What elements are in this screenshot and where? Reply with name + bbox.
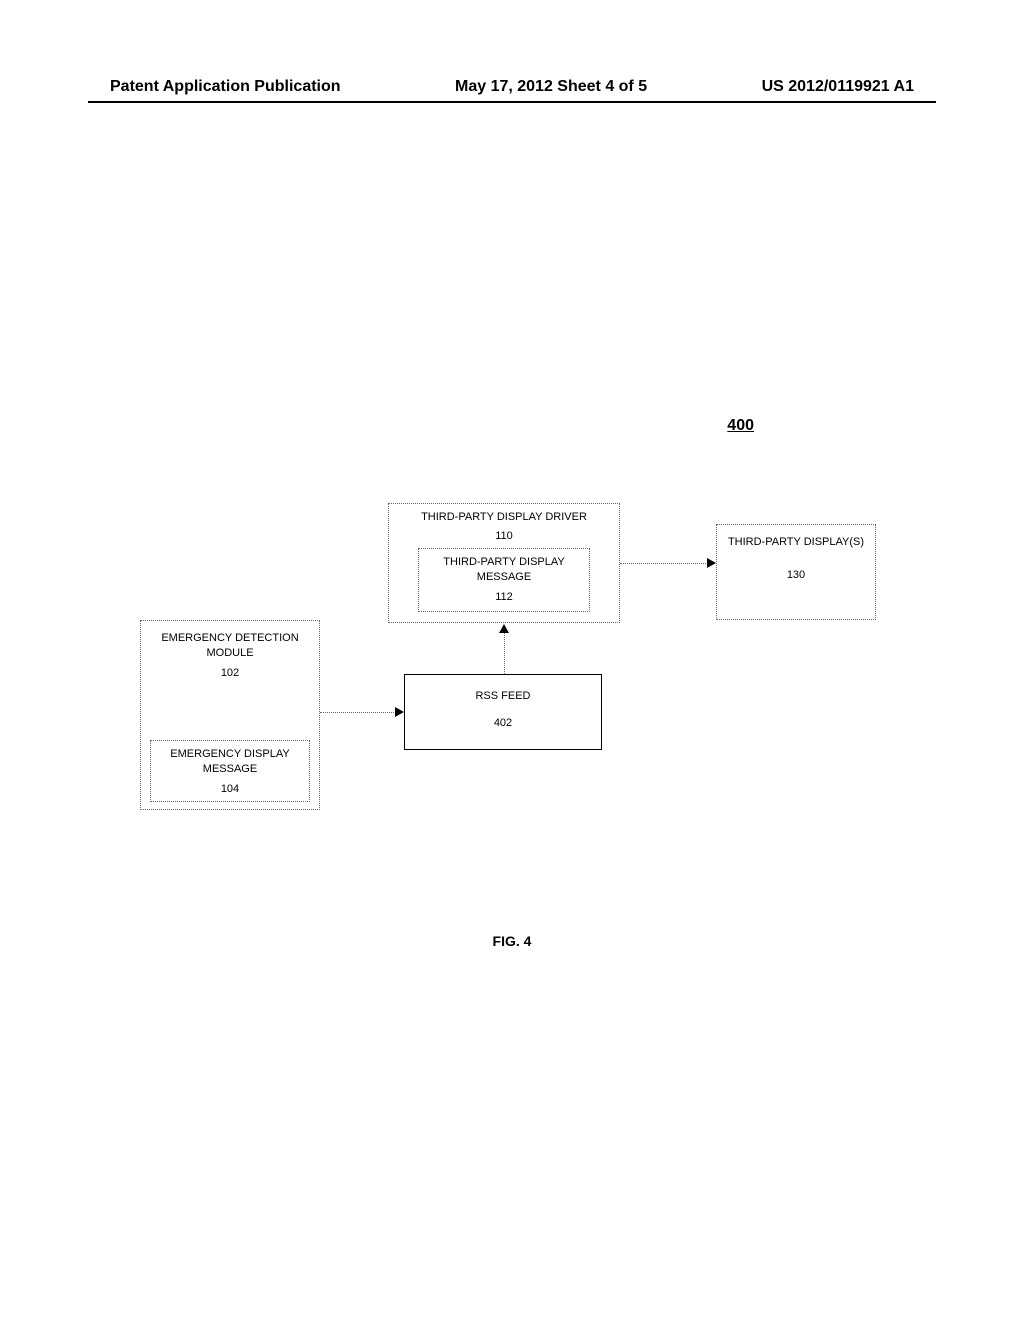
- diagram: EMERGENCY DETECTION MODULE 102 EMERGENCY…: [0, 480, 1024, 980]
- block-edm-label: EMERGENCY DETECTION MODULE 102: [141, 631, 319, 681]
- block-rss-title: RSS FEED: [409, 689, 597, 704]
- figure-caption: FIG. 4: [0, 933, 1024, 949]
- header-divider: [88, 101, 936, 103]
- block-tpdd-msg-title: THIRD-PARTY DISPLAY MESSAGE: [423, 555, 585, 586]
- block-rss-num: 402: [409, 716, 597, 731]
- block-emergency-display-message: EMERGENCY DISPLAY MESSAGE 104: [150, 740, 310, 802]
- arrowhead-edm-to-rss: [395, 707, 404, 717]
- block-tpdd-title: THIRD-PARTY DISPLAY DRIVER: [389, 510, 619, 525]
- block-tpdd-label: THIRD-PARTY DISPLAY DRIVER 110: [389, 510, 619, 545]
- block-edm-msg-title: EMERGENCY DISPLAY MESSAGE: [155, 747, 305, 778]
- block-tpd-num: 130: [721, 568, 871, 583]
- block-third-party-display-message: THIRD-PARTY DISPLAY MESSAGE 112: [418, 548, 590, 612]
- arrowhead-rss-to-tpdd: [499, 624, 509, 633]
- block-tpd-title: THIRD-PARTY DISPLAY(S): [721, 535, 871, 550]
- block-tpdd-num: 110: [389, 529, 619, 544]
- arrow-tpdd-to-tpd: [620, 563, 708, 564]
- block-edm-title: EMERGENCY DETECTION MODULE: [141, 631, 319, 662]
- arrow-rss-to-tpdd: [504, 632, 505, 674]
- block-edm-num: 102: [141, 666, 319, 681]
- header-center: May 17, 2012 Sheet 4 of 5: [455, 78, 647, 96]
- block-edm-msg-num: 104: [155, 782, 305, 797]
- block-rss-feed: RSS FEED 402: [404, 674, 602, 750]
- arrow-edm-to-rss: [320, 712, 396, 713]
- page-header: Patent Application Publication May 17, 2…: [0, 78, 1024, 96]
- header-right: US 2012/0119921 A1: [762, 78, 914, 96]
- figure-number: 400: [727, 417, 754, 435]
- block-third-party-displays: THIRD-PARTY DISPLAY(S) 130: [716, 524, 876, 620]
- arrowhead-tpdd-to-tpd: [707, 558, 716, 568]
- block-tpdd-msg-num: 112: [423, 590, 585, 605]
- header-left: Patent Application Publication: [110, 78, 341, 96]
